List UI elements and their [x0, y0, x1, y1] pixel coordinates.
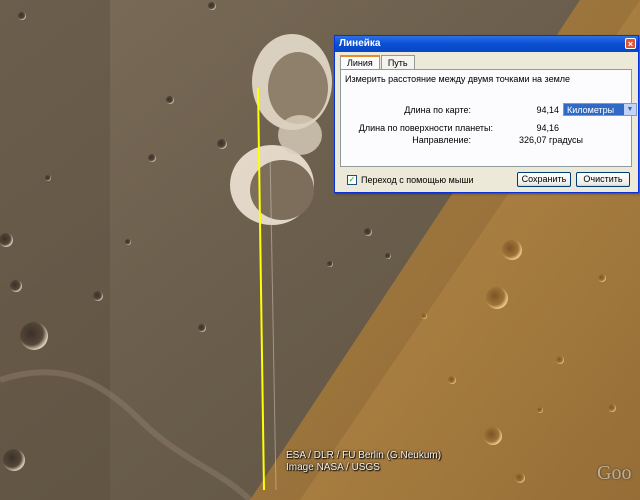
- unit-select-value: Километры: [567, 105, 615, 115]
- clear-button[interactable]: Очистить: [576, 172, 630, 187]
- attribution-line: ESA / DLR / FU Berlin (G.Neukum): [286, 450, 442, 461]
- tab-line[interactable]: Линия: [340, 55, 380, 70]
- tab-bar: Линия Путь: [340, 55, 416, 70]
- measure-description: Измерить расстояние между двумя точками …: [345, 74, 571, 84]
- surface-length-value: 94,16: [536, 123, 559, 133]
- ruler-dialog: Линейка × Линия Путь Измерить расстояние…: [334, 35, 639, 193]
- mouse-nav-checkbox[interactable]: ✓: [347, 175, 357, 185]
- unit-select[interactable]: Километры ▼: [563, 103, 637, 116]
- dialog-titlebar[interactable]: Линейка ×: [335, 36, 638, 52]
- tab-path[interactable]: Путь: [380, 55, 415, 70]
- dialog-title: Линейка: [339, 38, 381, 49]
- direction-value: 326,07 градусы: [519, 135, 583, 145]
- measurement-panel: Измерить расстояние между двумя точками …: [340, 69, 637, 167]
- mouse-nav-label: Переход с помощью мыши: [361, 175, 474, 185]
- google-logo: Goo: [597, 462, 632, 484]
- map-length-value: 94,14: [536, 105, 559, 115]
- chevron-down-icon[interactable]: ▼: [624, 104, 636, 115]
- close-icon[interactable]: ×: [625, 38, 636, 49]
- surface-length-label: Длина по поверхности планеты:: [358, 123, 493, 133]
- save-button[interactable]: Сохранить: [517, 172, 571, 187]
- direction-label: Направление:: [412, 135, 471, 145]
- imagery-attribution: ESA / DLR / FU Berlin (G.Neukum) Image N…: [286, 450, 441, 474]
- map-length-label: Длина по карте:: [404, 105, 471, 115]
- attribution-line: Image NASA / USGS: [286, 462, 380, 473]
